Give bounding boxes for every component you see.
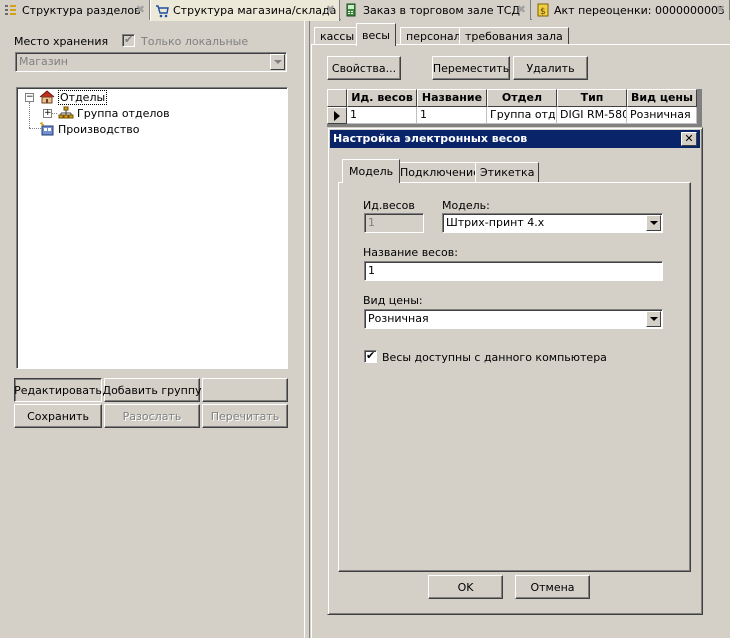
tree-expand-icon[interactable]: + — [43, 109, 52, 118]
check-mark-icon: ✔ — [124, 33, 134, 46]
send-button[interactable]: Разослать — [104, 404, 200, 428]
departments-tree[interactable]: − Отделы + Группа отделов Производство — [16, 87, 288, 369]
cart-icon — [156, 4, 169, 17]
chevron-down-icon[interactable] — [270, 54, 285, 70]
grid-corner-header — [327, 89, 347, 107]
chevron-down-icon[interactable] — [646, 215, 661, 231]
doc-tab-order-tsd[interactable]: Заказ в торговом зале ТСД ✖ — [341, 0, 531, 20]
storage-place-value: Магазин — [19, 55, 68, 68]
tree-node-label: Группа отделов — [77, 106, 170, 120]
scale-name-label: Название весов: — [363, 246, 458, 259]
tab-personnel[interactable]: персонал — [400, 27, 467, 45]
table-row-cell[interactable]: Группа отде — [487, 107, 557, 124]
close-icon[interactable]: ✖ — [136, 3, 145, 16]
empty-button[interactable] — [202, 378, 288, 402]
save-button[interactable]: Сохранить — [14, 404, 102, 428]
move-button[interactable]: Переместить — [432, 56, 510, 80]
scale-id-field[interactable]: 1 — [364, 213, 424, 233]
grid-header-price-type[interactable]: Вид цены — [627, 89, 697, 107]
scale-id-label: Ид.весов — [363, 199, 415, 212]
only-local-label: Только локальные — [141, 35, 249, 48]
table-row-cell[interactable]: 1 — [417, 107, 487, 124]
tree-node-label: Отделы — [58, 89, 108, 105]
scale-settings-dialog: Настройка электронных весов ✕ Модель Под… — [327, 127, 703, 615]
table-row-cell[interactable]: 1 — [347, 107, 417, 124]
reread-button[interactable]: Перечитать — [202, 404, 288, 428]
grid-header-id[interactable]: Ид. весов — [347, 89, 417, 107]
check-mark-icon: ✔ — [366, 349, 376, 362]
edit-button[interactable]: Редактировать — [14, 378, 102, 402]
house-icon — [39, 90, 55, 104]
svg-text:$: $ — [540, 7, 546, 17]
properties-button[interactable]: Свойства... — [327, 56, 401, 80]
doc-tab-store-structure[interactable]: Структура магазина/склада ✖ — [150, 0, 340, 21]
close-icon[interactable]: ✖ — [517, 3, 526, 16]
table-row-cell[interactable]: Розничная — [627, 107, 697, 124]
grid-header-type[interactable]: Тип — [557, 89, 627, 107]
structure-icon — [5, 5, 16, 15]
document-tab-bar: Структура разделов ✖ Структура магазина/… — [0, 0, 730, 21]
ok-button[interactable]: OK — [428, 575, 503, 599]
barcode-scanner-icon — [346, 3, 356, 17]
cancel-button[interactable]: Отмена — [515, 575, 590, 599]
grid-header-department[interactable]: Отдел — [487, 89, 557, 107]
tree-node-department-group[interactable]: Группа отделов — [58, 105, 170, 121]
dialog-title-bar[interactable]: Настройка электронных весов ✕ — [330, 130, 700, 148]
tab-connection[interactable]: Подключение — [395, 162, 485, 182]
doc-tab-revaluation-act[interactable]: $ Акт переоценки: 0000000005 ✖ — [532, 0, 730, 20]
chevron-down-icon[interactable] — [646, 311, 661, 327]
grid-header-name[interactable]: Название — [417, 89, 487, 107]
model-label: Модель: — [442, 199, 490, 212]
close-icon[interactable]: ✕ — [681, 132, 697, 146]
tab-label[interactable]: Этикетка — [475, 162, 540, 182]
production-icon — [39, 122, 54, 136]
tree-node-departments[interactable]: Отделы — [39, 89, 108, 105]
tab-hall-requirements[interactable]: требования зала — [459, 27, 569, 45]
delete-button[interactable]: Удалить — [513, 56, 588, 80]
scale-available-checkbox[interactable]: ✔ — [364, 349, 377, 363]
tree-collapse-icon[interactable]: − — [25, 93, 34, 102]
storage-place-label: Место хранения — [14, 35, 109, 48]
storage-place-select[interactable]: Магазин — [15, 52, 287, 72]
left-panel: Место хранения ✔ Только локальные Магази… — [0, 21, 304, 638]
tree-node-production[interactable]: Производство — [39, 121, 139, 137]
only-local-checkbox[interactable]: ✔ — [122, 33, 135, 47]
doc-tab-label: Структура разделов — [22, 3, 141, 17]
panel-splitter[interactable] — [304, 21, 310, 638]
close-icon[interactable]: ✖ — [326, 3, 335, 16]
doc-tab-label: Структура магазина/склада — [173, 4, 337, 17]
price-type-label: Вид цены: — [363, 294, 423, 307]
tree-connector — [29, 102, 30, 128]
doc-tab-label: Акт переоценки: 0000000005 — [554, 3, 725, 17]
document-money-icon: $ — [537, 3, 549, 17]
doc-tab-sections-structure[interactable]: Структура разделов ✖ — [0, 0, 150, 20]
model-tab-page: Ид.весов 1 Модель: Штрих-принт 4.х Назва… — [338, 182, 691, 572]
tab-model[interactable]: Модель — [342, 159, 401, 183]
table-row-cell[interactable]: DIGI RM-5800 — [557, 107, 627, 124]
model-select[interactable]: Штрих-принт 4.х — [442, 213, 663, 233]
close-icon[interactable]: ✖ — [716, 3, 725, 16]
tab-cash-registers[interactable]: кассы — [314, 27, 361, 45]
price-type-value: Розничная — [368, 312, 429, 325]
hierarchy-icon — [58, 106, 74, 119]
scale-available-label: Весы доступны с данного компьютера — [382, 351, 607, 364]
tree-node-label: Производство — [58, 122, 140, 136]
scale-name-field[interactable]: 1 — [364, 261, 663, 281]
price-type-select[interactable]: Розничная — [364, 309, 663, 329]
current-row-indicator-icon — [327, 107, 347, 124]
doc-tab-label: Заказ в торговом зале ТСД — [363, 3, 521, 17]
model-value: Штрих-принт 4.х — [446, 216, 545, 229]
add-group-button[interactable]: Добавить группу — [102, 378, 202, 402]
dialog-title: Настройка электронных весов — [333, 132, 528, 145]
tab-scales[interactable]: весы — [356, 23, 396, 46]
